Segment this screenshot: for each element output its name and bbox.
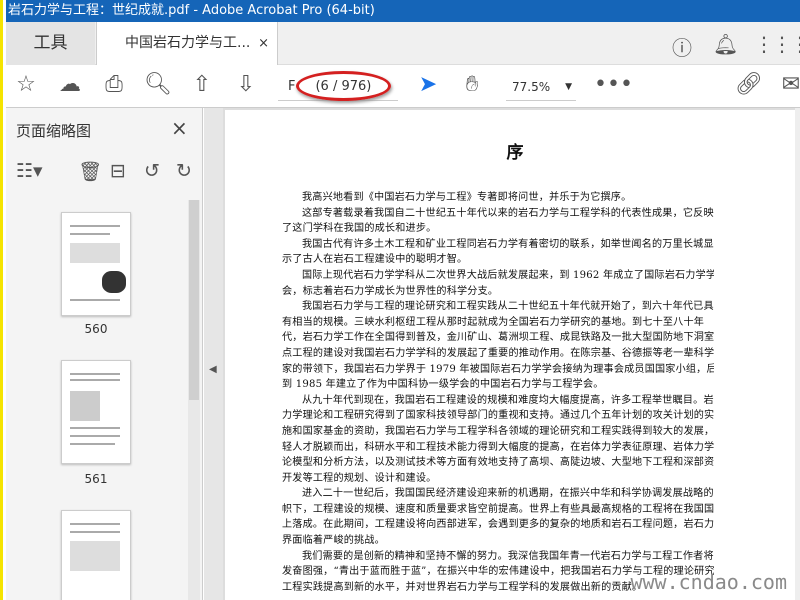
pdf-page: 序 我高兴地看到《中国岩石力学与工程》专著即将问世，并乐于为它撰序。这部专著载录…: [225, 110, 795, 600]
page-prefix: F: [288, 79, 296, 94]
text-line: 了这门学科在我国的成长和进步。: [282, 223, 437, 235]
text-line: 开发等工程的规划、设计和建设。: [282, 472, 437, 484]
delete-icon[interactable]: 🗑︎: [78, 160, 102, 183]
bell-icon[interactable]: 🔔︎: [713, 32, 738, 56]
document-view: 序 我高兴地看到《中国岩石力学与工程》专著即将问世，并乐于为它撰序。这部专著载录…: [223, 108, 800, 600]
panel-title: 页面缩略图: [16, 122, 92, 140]
previous-page-icon[interactable]: ⇧: [187, 72, 217, 97]
text-line: 家的带领下，我国岩石力学界于 1979 年被国际岩石力学学会接纳为理事会成员国国…: [282, 363, 714, 375]
page-body: 我高兴地看到《中国岩石力学与工程》专著即将问世，并乐于为它撰序。这部专著载录着我…: [282, 190, 714, 595]
text-line: 我高兴地看到《中国岩石力学与工程》专著即将问世，并乐于为它撰序。: [302, 192, 632, 203]
star-icon[interactable]: ☆: [11, 72, 41, 97]
zoom-search-icon[interactable]: 🔍︎: [143, 72, 173, 97]
chevron-down-icon: ▼: [565, 82, 572, 92]
rotate-right-icon[interactable]: ↻: [176, 160, 192, 182]
collapse-panel-handle[interactable]: ◀: [204, 108, 223, 600]
text-line: 示了古人在岩石工程建设中的聪明才智。: [282, 254, 468, 266]
text-line: 轻人才脱颖而出，科研水平和工程技术能力得到大幅度的提高，在岩体力学表征原理、岩体…: [282, 441, 714, 453]
insert-page-icon[interactable]: ⊟: [110, 160, 126, 182]
help-icon[interactable]: ⓘ: [672, 32, 692, 61]
panel-scrollbar[interactable]: [188, 200, 200, 600]
link-icon[interactable]: 🔗︎: [734, 72, 764, 97]
text-line: 力学理论和工程研究得到了国家科技领导部门的重视和支持。通过几个五年计划的攻关计划…: [282, 410, 714, 422]
text-line: 论模型和分析方法，以及测试技术等方面有效地支持了高坝、高陡边坡、大型地下工程和深…: [282, 457, 714, 469]
title-bar: 岩石力学与工程：世纪成就.pdf - Adobe Acrobat Pro (64…: [6, 0, 800, 22]
hand-tool-icon[interactable]: ✋︎: [457, 72, 487, 97]
text-line: 这部专著载录着我国自二十世纪五十年代以来的岩石力学与工程学科的代表性成果，它反映: [302, 207, 714, 219]
page-thumbnail[interactable]: [61, 212, 131, 316]
text-line: 上落成。在此期间，工程建设将向西部进军，会遇到更多的复杂的地质和岩石工程问题，岩…: [282, 519, 714, 531]
text-line: 我国古代有许多土木工程和矿业工程同岩石力学有着密切的联系，如举世闻名的万里长城显: [302, 238, 714, 250]
next-page-icon[interactable]: ⇩: [231, 72, 261, 97]
options-menu-icon[interactable]: ☷▾: [16, 160, 43, 182]
chevron-left-icon: ◀: [209, 364, 217, 375]
page-thumbnail[interactable]: [61, 360, 131, 464]
thumbnail-panel: 页面缩略图 × ☷▾ 🗑︎ ⊟ ↺ ↻ 560 561: [6, 108, 203, 600]
text-line: 会，标志着岩石力学成长为世界性的科学分支。: [282, 285, 499, 297]
document-scrollbar[interactable]: [795, 108, 800, 600]
close-panel-icon[interactable]: ×: [171, 116, 188, 140]
tab-bar: 工具 中国岩石力学与工... × ⓘ 🔔︎ ⋮⋮⋮: [6, 22, 800, 66]
text-line: 进入二十一世纪后，我国国民经济建设迎来新的机遇期，在振兴中华和科学协调发展战略的…: [302, 488, 714, 500]
print-icon[interactable]: ⎙: [99, 72, 129, 97]
zoom-value: 77.5%: [512, 80, 551, 94]
scrollbar-thumb[interactable]: [189, 200, 199, 400]
site-watermark: www.cndao.com: [630, 570, 787, 594]
tab-tools[interactable]: 工具: [6, 22, 95, 65]
more-options-icon[interactable]: •••: [594, 72, 633, 97]
text-line: 有相当的规模。三峡水利枢纽工程从那时起就成为全国岩石力学研究的基地。到七十至八十…: [282, 316, 705, 328]
window-title: 岩石力学与工程：世纪成就.pdf - Adobe Acrobat Pro (64…: [8, 3, 375, 18]
thumbnail-label: 560: [84, 322, 108, 336]
zoom-select[interactable]: 77.5% ▼: [506, 73, 576, 101]
text-line: 到 1985 年建立了作为中国科协一级学会的中国岩石力学与工程学会。: [282, 379, 604, 391]
red-annotation-circle: [296, 71, 391, 101]
text-line: 点工程的建设对我国岩石力学学科的发展起了重要的推动作用。在陈宗基、谷德振等老一辈…: [282, 347, 714, 359]
close-tab-icon[interactable]: ×: [258, 22, 269, 65]
text-line: 界面临着严峻的挑战。: [282, 535, 385, 547]
thumbnail-list: 560 561: [6, 200, 186, 600]
text-line: 从九十年代到现在，我国岩石工程建设的规模和难度均大幅度提高，许多工程举世瞩目。岩…: [302, 394, 714, 406]
text-line: 施和国家基金的资助，我国岩石力学与工程学科各领域的理论研究和工程实践得到较大的发…: [282, 425, 714, 437]
apps-grid-icon[interactable]: ⋮⋮⋮: [754, 32, 800, 56]
select-cursor-icon[interactable]: ➤: [413, 72, 443, 97]
toolbar: ☆ ☁ ⎙ 🔍︎ ⇧ ⇩ F (6 / 976) ➤ ✋︎ 77.5% ▼ ••• …: [6, 65, 800, 108]
text-line: 我国岩石力学与工程的理论研究和工程实践从二十世纪五十年代就开始了，到六十年代已具: [302, 301, 714, 313]
text-line: 帜下，工程建设的规模、速度和质量要求皆空前提高。世界上有些具最高规格的工程将在我…: [282, 503, 714, 515]
rotate-left-icon[interactable]: ↺: [144, 160, 160, 182]
upload-cloud-icon[interactable]: ☁: [55, 72, 85, 97]
text-line: 国际上现代岩石力学学科从二次世界大战后就发展起来，到 1962 年成立了国际岩石…: [302, 269, 714, 281]
tab-document[interactable]: 中国岩石力学与工... ×: [96, 22, 278, 66]
page-thumbnail[interactable]: [61, 510, 131, 600]
panel-toolbar: ☷▾ 🗑︎ ⊟ ↺ ↻: [6, 156, 193, 196]
tab-document-label: 中国岩石力学与工...: [125, 35, 251, 51]
page-heading: 序: [506, 143, 524, 163]
email-icon[interactable]: ✉: [776, 72, 800, 97]
text-line: 我们需要的是创新的精神和坚持不懈的努力。我深信我国年青一代岩石力学与工程工作者将: [302, 550, 714, 562]
thumbnail-label: 561: [84, 472, 108, 486]
text-line: 代，岩石力学工作在全国得到普及，金川矿山、葛洲坝工程、成昆铁路及一批大型国防地下…: [282, 332, 714, 344]
